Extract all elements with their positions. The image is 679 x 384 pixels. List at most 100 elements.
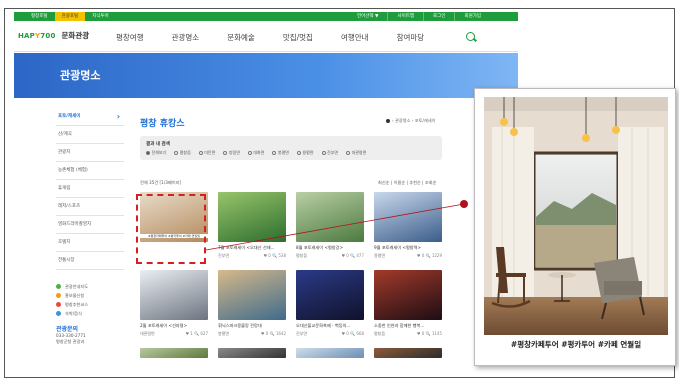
- card-region: 봉평면: [218, 331, 230, 336]
- filter-label: 결과 내 검색: [146, 142, 170, 147]
- contact-title: 관광문의: [56, 326, 79, 333]
- sidebar-item-filming-sites[interactable]: 영화드라마촬영지: [56, 216, 124, 234]
- quick-link-courses[interactable]: 평창추천코스: [56, 300, 124, 309]
- menu-culture-arts[interactable]: 문화예술: [227, 32, 255, 43]
- sidebar-item-forest[interactable]: 휴게림: [56, 180, 124, 198]
- page-title: 평창 휴캉스: [140, 119, 185, 129]
- cafe-photo-popout: #평창카페투어 #평카투어 #카페 연월일: [474, 88, 676, 366]
- sidebar-item-photo[interactable]: 포토/캐세이: [56, 108, 124, 126]
- main-menu: 평창여행 관광명소 문화예술 맛집/멋집 여행안내 참여마당: [116, 22, 452, 52]
- filter-option-all[interactable]: 전체보기: [146, 150, 166, 156]
- radio-icon: [272, 151, 277, 155]
- card-thumbnail: [140, 270, 208, 320]
- utility-links: 언어선택 ▼ 사이트맵 로그인 회원가입: [348, 12, 490, 21]
- brochure-icon: [56, 293, 61, 298]
- cafe-interior-photo: [484, 97, 668, 335]
- attraction-card[interactable]: [140, 348, 212, 358]
- card-region: 진부면: [296, 331, 308, 336]
- sidebar-item-market[interactable]: 전통시장: [56, 252, 124, 270]
- card-thumbnail: [218, 270, 286, 320]
- filter-option-pyeongchang[interactable]: 평창읍: [174, 150, 191, 156]
- language-select[interactable]: 언어선택 ▼: [348, 12, 387, 21]
- connector-stroke: [205, 203, 465, 251]
- radio-icon: [146, 151, 150, 155]
- portal-links: 평창포털 관광포털 지식투어: [24, 12, 116, 21]
- attraction-card[interactable]: [374, 348, 446, 358]
- contact-note: 평창군청 관광과: [56, 339, 85, 344]
- radio-icon: [223, 151, 228, 155]
- contact-box: 관광문의 033-330-2771 평창군청 관광과: [56, 324, 124, 345]
- menu-food[interactable]: 맛집/멋집: [283, 32, 313, 43]
- card-stats: ♥ 0 🔍 1642: [260, 331, 286, 336]
- filter-option-daehwa[interactable]: 대화면: [247, 150, 264, 156]
- filter-option-yongpyeong[interactable]: 용평면: [296, 150, 314, 156]
- sidebar-item-sights[interactable]: 관광지: [56, 144, 124, 162]
- portal-link-knowledge-tour[interactable]: 지식투어: [85, 12, 116, 21]
- card-title: 소중한 인연과 함께한 행복...: [374, 323, 425, 328]
- attraction-card[interactable]: [296, 348, 368, 358]
- portal-link-pyeongchang[interactable]: 평창포털: [24, 12, 55, 21]
- filter-option-jinbu[interactable]: 진부면: [321, 150, 338, 156]
- attraction-card[interactable]: 2월 포토캐세이 <선자령> 대관령면 ♥ 1 🔍 627: [140, 270, 212, 337]
- menu-attractions[interactable]: 관광명소: [172, 32, 200, 43]
- result-count: 전체 35건 [1/3페이지]: [140, 180, 182, 185]
- banner-title: 관광명소: [60, 69, 101, 82]
- card-title: 2월 포토캐세이 <선자령>: [140, 323, 188, 328]
- sidebar-item-hotels[interactable]: 호텔지: [56, 234, 124, 252]
- card-region: 평창읍: [374, 331, 386, 336]
- top-utility-bar: 평창포털 관광포털 지식투어 언어선택 ▼ 사이트맵 로그인 회원가입: [14, 12, 518, 21]
- sidebar: 포토/캐세이 산/계곡 관광지 농촌체험 (체험) 휴게림 레저/스포츠 영화드…: [56, 108, 124, 345]
- filter-option-bangnim[interactable]: 방림면: [223, 150, 240, 156]
- site-logo[interactable]: HAPY700 문화관광: [18, 30, 89, 41]
- menu-participation[interactable]: 참여마당: [397, 32, 425, 43]
- home-icon[interactable]: [386, 119, 390, 123]
- card-region: 대관령면: [140, 331, 155, 336]
- radio-icon: [198, 151, 203, 155]
- breadcrumb: › 관광명소 › 포토/캐세이: [386, 118, 435, 124]
- sitemap-link[interactable]: 사이트맵: [387, 12, 423, 21]
- menu-travel[interactable]: 평창여행: [116, 32, 144, 43]
- logo-mark: HAPY700: [18, 31, 56, 40]
- radio-icon: [321, 151, 326, 155]
- login-link[interactable]: 로그인: [423, 12, 454, 21]
- search-icon[interactable]: [466, 32, 475, 41]
- attraction-card[interactable]: 소중한 인연과 함께한 행복... 평창읍 ♥ 0 🔍 1145: [374, 270, 446, 337]
- sort-options[interactable]: 최신순 | 이름순 | 추천순 | 조회순: [378, 180, 436, 186]
- radio-icon: [346, 151, 351, 155]
- quick-link-brochure[interactable]: 홍보물신청: [56, 291, 124, 300]
- highlight-box: [136, 194, 206, 264]
- menu-travel-info[interactable]: 여행안내: [341, 32, 369, 43]
- cafe-interior-illustration: [484, 97, 668, 335]
- signup-link[interactable]: 회원가입: [454, 12, 490, 21]
- card-thumbnail: [374, 348, 442, 358]
- card-title: 휘닉스파크몽블랑 전망대: [218, 323, 262, 328]
- card-thumbnail: [374, 270, 442, 320]
- sidebar-item-farm-experience[interactable]: 농촌체험 (체험): [56, 162, 124, 180]
- radio-icon: [247, 151, 252, 155]
- card-thumbnail: [296, 270, 364, 320]
- attraction-card[interactable]: [218, 348, 290, 358]
- attraction-card[interactable]: 오대산불교문화축제 - 벽등의... 진부면 ♥ 0 🔍 668: [296, 270, 368, 337]
- card-title: 오대산불교문화축제 - 벽등의...: [296, 323, 351, 328]
- quick-links: 관광안내지도 홍보물신청 평창추천코스 숙박/음식: [56, 282, 124, 318]
- filter-option-mitan[interactable]: 미탄면: [198, 150, 215, 156]
- attraction-card[interactable]: 휘닉스파크몽블랑 전망대 봉평면 ♥ 0 🔍 1642: [218, 270, 290, 337]
- result-filter: 결과 내 검색 전체보기 평창읍 미탄면 방림면 대화면 봉평면 용평면 진부면…: [140, 136, 442, 160]
- filter-options: 전체보기 평창읍 미탄면 방림면 대화면 봉평면 용평면 진부면 대관령면: [146, 150, 374, 156]
- sidebar-item-mountains[interactable]: 산/계곡: [56, 126, 124, 144]
- map-pin-icon: [56, 284, 61, 289]
- quick-link-map[interactable]: 관광안내지도: [56, 282, 124, 291]
- filter-option-daegwallyeong[interactable]: 대관령면: [346, 150, 366, 156]
- radio-icon: [296, 151, 301, 155]
- radio-icon: [174, 151, 179, 155]
- filter-option-bongpyeong[interactable]: 봉평면: [272, 150, 289, 156]
- quick-link-lodging[interactable]: 숙박/음식: [56, 309, 124, 318]
- popout-caption: #평창카페투어 #평카투어 #카페 연월일: [510, 340, 642, 349]
- card-thumbnail: [296, 348, 364, 358]
- card-thumbnail: [140, 348, 208, 358]
- main-navigation: HAPY700 문화관광 평창여행 관광명소 문화예술 맛집/멋집 여행안내 참…: [14, 22, 518, 52]
- sidebar-item-leisure[interactable]: 레저/스포츠: [56, 198, 124, 216]
- portal-link-tourism[interactable]: 관광포털: [54, 12, 86, 21]
- connector-dot: [460, 200, 468, 208]
- card-thumbnail: [218, 348, 286, 358]
